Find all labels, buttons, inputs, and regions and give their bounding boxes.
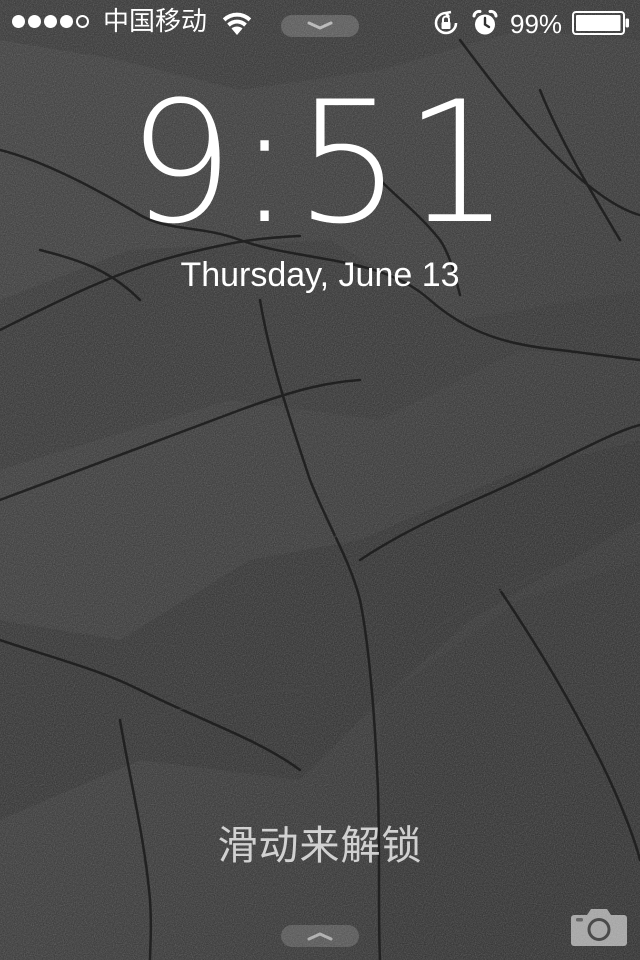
signal-dot-empty bbox=[76, 15, 89, 28]
control-center-grabber[interactable] bbox=[281, 925, 359, 947]
slide-to-unlock-text[interactable]: 滑动来解锁 bbox=[0, 823, 640, 869]
camera-icon[interactable] bbox=[570, 905, 628, 947]
signal-dot-filled bbox=[28, 15, 41, 28]
lock-screen-date: Thursday, June 13 bbox=[180, 256, 460, 294]
battery-percentage: 99% bbox=[510, 9, 563, 39]
carrier-name: 中国移动 bbox=[103, 7, 208, 37]
status-bar: 中国移动 99% bbox=[0, 0, 640, 44]
lock-screen: 中国移动 99% 9:51 Thursday, June 13 滑动来解锁 bbox=[0, 0, 640, 960]
notification-center-grabber[interactable] bbox=[281, 15, 359, 37]
wifi-icon bbox=[222, 12, 252, 35]
alarm-clock-icon bbox=[472, 9, 498, 35]
rotation-lock-icon bbox=[434, 10, 458, 35]
signal-dot-filled bbox=[44, 15, 57, 28]
signal-strength-indicator bbox=[12, 15, 89, 28]
signal-dot-filled bbox=[12, 15, 25, 28]
lock-screen-time: 9:51 bbox=[127, 65, 513, 261]
battery-icon bbox=[572, 11, 629, 35]
signal-dot-filled bbox=[60, 15, 73, 28]
